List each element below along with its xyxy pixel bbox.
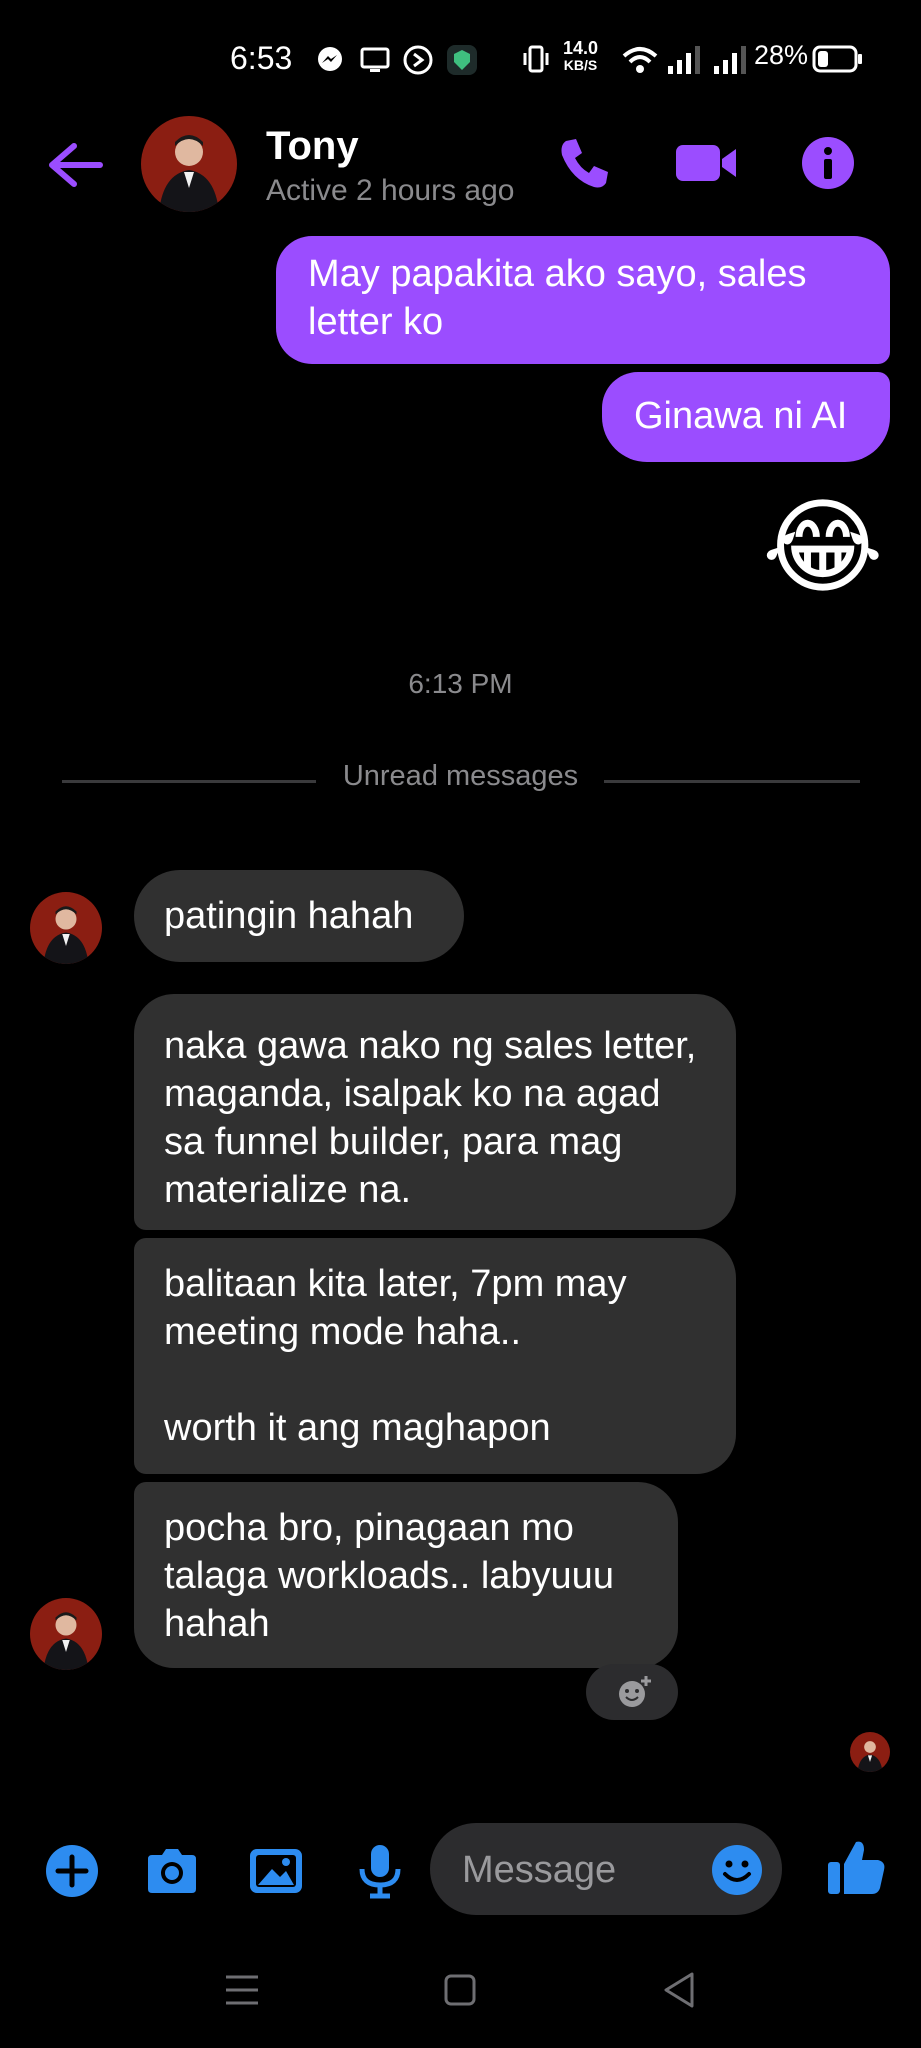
video-camera-icon[interactable] <box>674 135 738 191</box>
signal-sim2-icon <box>714 46 746 74</box>
person-avatar-image <box>30 892 102 964</box>
wifi-icon <box>622 47 658 73</box>
home-icon[interactable] <box>432 1962 488 2018</box>
screen-cast-icon <box>360 47 390 72</box>
thumbs-up-icon[interactable] <box>824 1836 888 1900</box>
microphone-icon[interactable] <box>350 1841 410 1901</box>
person-avatar-image <box>141 116 237 212</box>
phone-icon[interactable] <box>556 135 612 191</box>
incoming-message[interactable]: naka gawa nako ng sales letter, maganda,… <box>134 994 736 1230</box>
contact-name[interactable]: Tony <box>266 124 359 169</box>
plus-icon[interactable] <box>42 1841 102 1901</box>
outgoing-message[interactable]: Ginawa ni AI <box>602 372 890 462</box>
vibrate-icon <box>523 45 549 73</box>
battery-icon <box>812 45 862 73</box>
message-field[interactable] <box>430 1823 782 1915</box>
info-icon[interactable] <box>800 135 856 191</box>
network-speed: 14.0 KB/S <box>563 38 599 74</box>
add-reaction-button[interactable] <box>586 1664 678 1720</box>
sender-avatar[interactable] <box>30 892 102 964</box>
outgoing-message[interactable]: May papakita ako sayo, sales letter ko <box>276 236 890 364</box>
status-bar: 6:53 14.0 KB/S 28% <box>0 0 921 110</box>
signal-sim1-icon <box>668 46 700 74</box>
person-avatar-image <box>30 1598 102 1670</box>
network-speed-unit: KB/S <box>563 57 598 73</box>
network-speed-value: 14.0 <box>563 38 599 58</box>
incoming-message[interactable]: balitaan kita later, 7pm may meeting mod… <box>134 1238 736 1474</box>
recent-apps-icon[interactable] <box>214 1962 270 2018</box>
back-arrow-icon[interactable] <box>44 140 104 190</box>
security-app-icon <box>447 45 477 75</box>
data-saver-icon <box>403 45 433 75</box>
camera-icon[interactable] <box>142 1841 202 1901</box>
emoji-message[interactable]: 😂 <box>762 492 884 604</box>
time-separator: 6:13 PM <box>408 668 513 699</box>
sender-avatar[interactable] <box>30 1598 102 1670</box>
messenger-notification-icon <box>318 47 342 71</box>
contact-avatar[interactable] <box>141 116 237 212</box>
add-reaction-icon <box>619 1676 651 1707</box>
contact-active-status: Active 2 hours ago <box>266 174 515 207</box>
status-time: 6:53 <box>230 40 293 76</box>
gallery-icon[interactable] <box>246 1841 306 1901</box>
seen-receipt-avatar <box>850 1732 890 1772</box>
emoji-icon[interactable] <box>710 1843 764 1897</box>
message-input[interactable] <box>460 1841 684 1899</box>
incoming-message[interactable]: pocha bro, pinagaan mo talaga workloads.… <box>134 1482 678 1668</box>
unread-messages-label: Unread messages <box>342 760 579 792</box>
incoming-message[interactable]: patingin hahah <box>134 870 464 962</box>
back-nav-icon[interactable] <box>652 1962 708 2018</box>
person-avatar-image <box>850 1732 890 1772</box>
unread-divider-right <box>604 780 860 783</box>
battery-percent: 28% <box>754 40 809 70</box>
